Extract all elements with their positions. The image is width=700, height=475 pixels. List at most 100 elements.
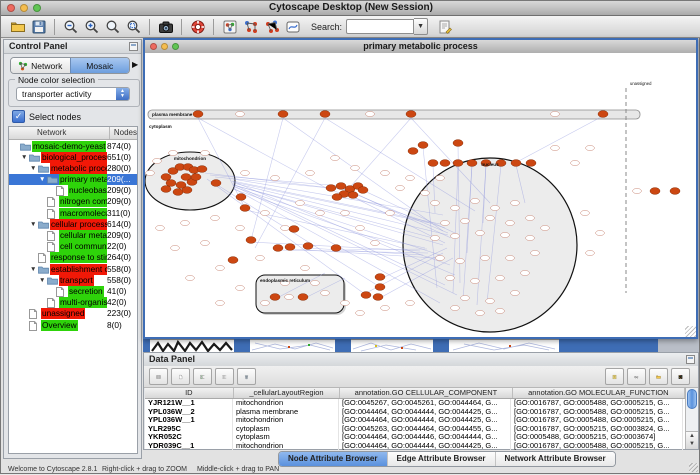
gene-node[interactable] — [506, 220, 515, 225]
gene-node[interactable] — [285, 294, 294, 299]
attribute-matrix-button[interactable] — [671, 368, 690, 385]
gene-node[interactable] — [381, 170, 390, 175]
search-input[interactable] — [346, 19, 414, 34]
selected-gene-node[interactable] — [418, 142, 428, 149]
selected-gene-node[interactable] — [166, 180, 176, 187]
gene-node[interactable] — [526, 235, 535, 240]
selected-gene-node[interactable] — [182, 187, 192, 194]
tab-network[interactable]: Network — [11, 58, 70, 73]
expander-icon[interactable]: ▼ — [30, 219, 36, 230]
gene-node[interactable] — [271, 175, 280, 180]
gene-node[interactable] — [236, 285, 245, 290]
gene-node[interactable] — [541, 225, 550, 230]
gene-node[interactable] — [476, 310, 485, 315]
tree-row-cell-communicat[interactable]: cell communicat22(0) — [9, 241, 137, 252]
gene-node[interactable] — [341, 210, 350, 215]
gene-node[interactable] — [586, 145, 595, 150]
gene-node[interactable] — [181, 220, 190, 225]
column-header[interactable]: annotation.GO MOLECULAR_FUNCTION — [513, 388, 685, 398]
selected-gene-node[interactable] — [375, 274, 385, 281]
advanced-search-button[interactable] — [434, 17, 455, 37]
table-row[interactable]: YJR121W__1mitochondrion[GO:0045267, GO:0… — [145, 399, 685, 408]
tree-row-macromolecule[interactable]: macromolecule311(0) — [9, 207, 137, 218]
selected-gene-node[interactable] — [246, 237, 256, 244]
nucleus-compartment[interactable] — [403, 158, 577, 332]
selected-gene-node[interactable] — [361, 292, 371, 299]
gene-node[interactable] — [211, 215, 220, 220]
search-dropdown-icon[interactable]: ▼ — [414, 18, 428, 35]
gene-node[interactable] — [396, 185, 405, 190]
gene-node[interactable] — [431, 200, 440, 205]
unselect-attributes-button[interactable] — [215, 368, 234, 385]
selected-gene-node[interactable] — [173, 189, 183, 196]
tree-row-mosaic-demo-yeast[interactable]: mosaic-demo-yeast874(0) — [9, 140, 137, 151]
gene-node[interactable] — [441, 220, 450, 225]
gene-node[interactable] — [471, 278, 480, 283]
selected-gene-node[interactable] — [278, 111, 288, 118]
selected-gene-node[interactable] — [236, 194, 246, 201]
gene-node[interactable] — [316, 210, 325, 215]
selected-gene-node[interactable] — [467, 160, 477, 167]
gene-node[interactable] — [356, 310, 365, 315]
gene-node[interactable] — [256, 255, 265, 260]
tree-row-response-to-stimul[interactable]: response to stimul264(0) — [9, 252, 137, 263]
gene-node[interactable] — [486, 215, 495, 220]
import-attributes-button[interactable] — [649, 368, 668, 385]
selected-gene-node[interactable] — [453, 160, 463, 167]
gene-node[interactable] — [331, 155, 340, 160]
vizmapper-button[interactable] — [219, 17, 240, 37]
table-row[interactable]: YPL036W__2plasma membrane[GO:0044464, GO… — [145, 408, 685, 417]
selected-gene-node[interactable] — [332, 194, 342, 201]
gene-node[interactable] — [156, 225, 165, 230]
help-ring-button[interactable] — [187, 17, 208, 37]
selected-gene-node[interactable] — [193, 111, 203, 118]
select-first-neighbors-button[interactable] — [240, 17, 261, 37]
gene-node[interactable] — [486, 298, 495, 303]
gene-node[interactable] — [386, 210, 395, 215]
gene-node[interactable] — [241, 170, 250, 175]
network-canvas[interactable]: plasma membranecytoplasmmitochondrionnuc… — [145, 53, 696, 337]
gene-node[interactable] — [261, 300, 270, 305]
zoom-in-button[interactable] — [81, 17, 102, 37]
gene-node[interactable] — [169, 150, 178, 155]
gene-node[interactable] — [506, 255, 515, 260]
tree-row-establishment-of-lo[interactable]: ▼establishment of lo558(0) — [9, 263, 137, 274]
tree-row-overview[interactable]: Overview8(0) — [9, 319, 137, 330]
gene-node[interactable] — [551, 111, 560, 116]
gene-node[interactable] — [421, 190, 430, 195]
network-view-window[interactable]: primary metabolic process plasma membran… — [143, 38, 698, 339]
gene-node[interactable] — [551, 145, 560, 150]
gene-node[interactable] — [296, 200, 305, 205]
resize-grip-icon[interactable] — [685, 326, 696, 337]
gene-node[interactable] — [261, 210, 270, 215]
selected-gene-node[interactable] — [303, 243, 313, 250]
close-view-icon[interactable] — [150, 43, 157, 50]
table-row[interactable]: YDR039C__1mitochondrion[GO:0044464, GO:0… — [145, 442, 685, 451]
float-panel-icon[interactable] — [686, 355, 695, 364]
gene-node[interactable] — [381, 305, 390, 310]
gene-node[interactable] — [481, 255, 490, 260]
selected-gene-node[interactable] — [373, 294, 383, 301]
attribute-list-button[interactable] — [605, 368, 624, 385]
gene-node[interactable] — [146, 170, 155, 175]
selected-gene-node[interactable] — [197, 166, 207, 173]
gene-node[interactable] — [341, 300, 350, 305]
background-network-window[interactable] — [351, 339, 433, 353]
tab-edge-attribute-browser[interactable]: Edge Attribute Browser — [387, 452, 495, 466]
gene-node[interactable] — [236, 111, 245, 116]
close-window-icon[interactable] — [7, 4, 15, 12]
window-resize-grip-icon[interactable] — [689, 463, 698, 472]
table-scrollbar[interactable]: ▲▼ — [685, 388, 698, 449]
selected-gene-node[interactable] — [273, 245, 283, 252]
gene-node[interactable] — [446, 275, 455, 280]
gene-node[interactable] — [511, 290, 520, 295]
selected-gene-node[interactable] — [161, 174, 171, 181]
float-panel-icon[interactable] — [129, 42, 138, 51]
gene-node[interactable] — [596, 230, 605, 235]
gene-node[interactable] — [451, 233, 460, 238]
tree-row-transport[interactable]: ▼transport558(0) — [9, 274, 137, 285]
tree-row-biological-process[interactable]: ▼biological_process651(0) — [9, 151, 137, 162]
gene-node[interactable] — [216, 300, 225, 305]
selected-gene-node[interactable] — [440, 160, 450, 167]
edge[interactable] — [325, 118, 475, 211]
